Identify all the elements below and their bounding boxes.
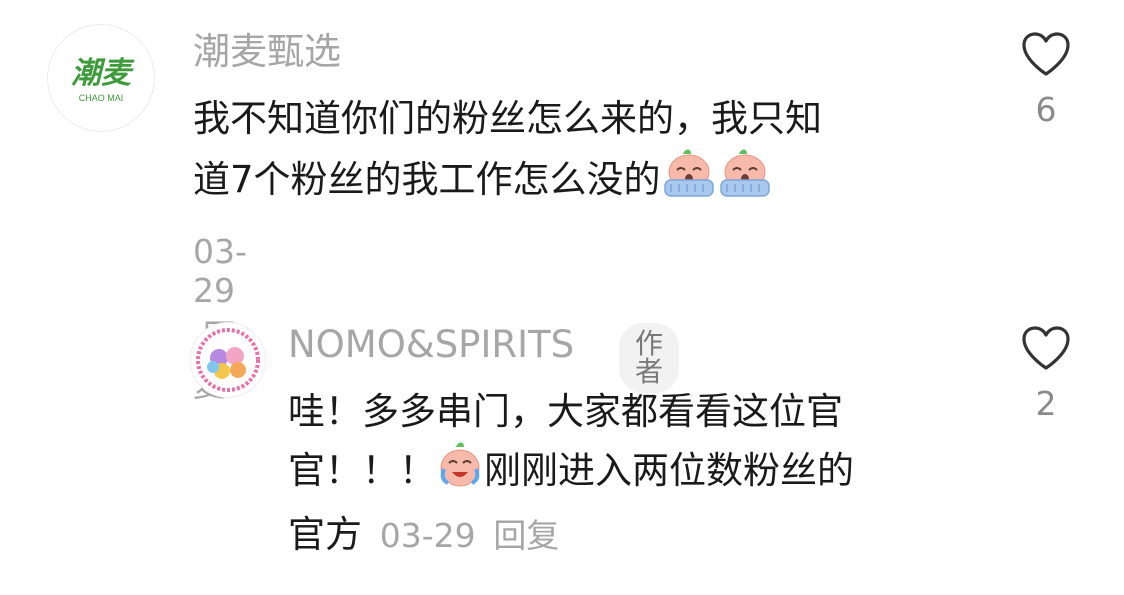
comment-text-line-2b: 刚刚进入两位数粉丝的 (484, 449, 854, 492)
crying-emoji-icon (661, 148, 717, 215)
nomo-spirits-logo (193, 325, 263, 395)
comment-text-line-1: 哇！多多串门，大家都看看这位官 (288, 390, 843, 433)
comment-text-line-2a: 官！！！ (288, 449, 436, 492)
avatar[interactable] (190, 322, 266, 398)
heart-icon[interactable] (1020, 324, 1072, 372)
comment-text-line-2-text: 道7个粉丝的我工作怎么没的 (193, 158, 661, 201)
comment-date: 03-29 (193, 232, 247, 310)
comment-text-line-1: 我不知道你们的粉丝怎么来的，我只知 (193, 97, 822, 140)
username[interactable]: NOMO&SPIRITS (288, 326, 574, 363)
comment-text-line-2: 道7个粉丝的我工作怎么没的 (193, 148, 822, 215)
comment-text: 哇！多多串门，大家都看看这位官 官！！！ 刚刚进入两位数粉丝的 官方 03-29… (288, 383, 854, 565)
crying-emoji-icon (717, 148, 773, 215)
comment-text-line-3: 官方 03-29 回复 (288, 506, 854, 565)
like-count: 2 (1035, 384, 1057, 423)
comment-text-line-2: 官！！！ 刚刚进入两位数粉丝的 (288, 441, 854, 506)
chaomai-logo: 潮麦 CHAO MAI (71, 57, 135, 103)
like-button[interactable]: 6 (1016, 30, 1076, 129)
reply-button[interactable]: 回复 (493, 516, 559, 555)
svg-text:CHAO MAI: CHAO MAI (79, 93, 124, 103)
avatar[interactable]: 潮麦 CHAO MAI (47, 24, 155, 132)
username[interactable]: 潮麦甄选 (193, 33, 341, 70)
heart-icon[interactable] (1020, 30, 1072, 78)
comment-text: 我不知道你们的粉丝怎么来的，我只知 道7个粉丝的我工作怎么没的 (193, 90, 822, 215)
like-count: 6 (1035, 90, 1057, 129)
comment-date: 03-29 (379, 516, 476, 555)
svg-text:潮麦: 潮麦 (71, 57, 135, 90)
comment-text-line-3-text: 官方 (288, 513, 362, 556)
like-button[interactable]: 2 (1016, 324, 1076, 423)
crying-emoji-icon (436, 441, 484, 506)
